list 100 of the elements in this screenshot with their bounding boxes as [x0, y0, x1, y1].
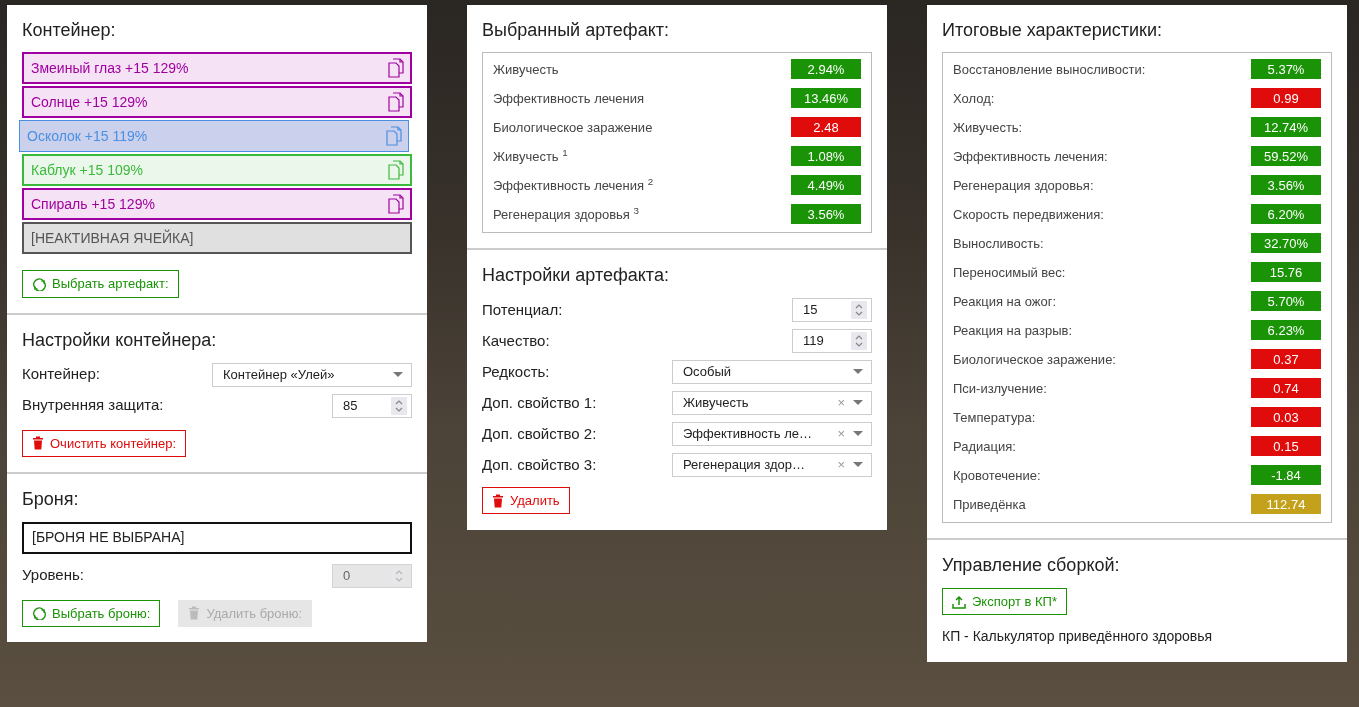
- select-field[interactable]: Эффективность ле… ×: [672, 421, 872, 446]
- stat-label: Биологическое заражение:: [953, 350, 1116, 369]
- stat-label: Восстановление выносливости:: [953, 60, 1146, 79]
- trash-icon: [492, 493, 504, 508]
- field-label: Доп. свойство 3:: [482, 454, 597, 475]
- stat-value: 6.20%: [1251, 204, 1321, 225]
- field-label: Уровень:: [22, 565, 84, 586]
- stat-label: Выносливость:: [953, 234, 1044, 253]
- stat-label: Эффективность лечения:: [953, 147, 1108, 166]
- stat-label: Приведёнка: [953, 495, 1026, 514]
- section-title: Настройки артефакта:: [482, 264, 670, 288]
- stat-value: 12.74%: [1251, 117, 1321, 138]
- footnote-text: КП - Калькулятор приведённого здоровья: [942, 626, 1214, 646]
- field-label: Внутренняя защита:: [22, 395, 164, 416]
- caret-icon: [853, 431, 863, 437]
- stat-value: 5.37%: [1251, 59, 1321, 80]
- caret-icon: [853, 400, 863, 406]
- spinner-icon: [391, 396, 407, 415]
- stat-value: 0.03: [1251, 407, 1321, 428]
- artifact-slot[interactable]: Спираль +15 129%: [22, 188, 412, 221]
- section-title: Броня:: [22, 488, 80, 512]
- number-field[interactable]: 15: [792, 297, 872, 322]
- field-label: Редкость:: [482, 361, 550, 382]
- stat-label: Кровотечение:: [953, 466, 1041, 485]
- caret-icon: [853, 462, 863, 468]
- document-icon: [386, 126, 402, 147]
- stat-label: Эффективность лечения: [493, 89, 645, 108]
- export-button[interactable]: Экспорт в КП*: [942, 587, 1067, 616]
- stat-value: 32.70%: [1251, 233, 1321, 254]
- field-label: Контейнер:: [22, 364, 100, 385]
- trash-icon: [188, 606, 201, 621]
- stat-label: Реакция на ожог:: [953, 292, 1056, 311]
- spinner-icon: [851, 300, 867, 319]
- stat-value: 15.76: [1251, 262, 1321, 283]
- document-icon: [388, 194, 404, 215]
- artifact-slot[interactable]: Змеиный глаз +15 129%: [22, 52, 412, 85]
- stat-value: 4.49%: [791, 175, 861, 196]
- stat-value: 0.15: [1251, 436, 1321, 457]
- stat-value: 3.56%: [1251, 175, 1321, 196]
- trash-icon: [32, 436, 44, 451]
- field-label: Качество:: [482, 330, 550, 351]
- stat-value: 13.46%: [791, 88, 861, 109]
- stat-value: 59.52%: [1251, 146, 1321, 167]
- upload-icon: [952, 594, 966, 609]
- stat-label: Регенерация здоровья:: [953, 176, 1094, 195]
- stat-value: 0.37: [1251, 349, 1321, 370]
- stat-label: Переносимый вес:: [953, 263, 1066, 282]
- stat-label: Пси-излучение:: [953, 379, 1047, 398]
- refresh-icon: [32, 606, 46, 621]
- stat-value: 3.56%: [791, 204, 861, 225]
- spinner-icon: [851, 331, 867, 350]
- stat-value: 2.94%: [791, 59, 861, 80]
- field-label: Доп. свойство 1:: [482, 392, 597, 413]
- document-icon: [388, 92, 404, 113]
- artifact-slot[interactable]: Солнце +15 129%: [22, 86, 412, 119]
- stat-label: Живучесть: [493, 60, 559, 79]
- refresh-icon: [32, 277, 46, 292]
- armor-name: [БРОНЯ НЕ ВЫБРАНА]: [22, 521, 412, 554]
- stat-value: 6.23%: [1251, 320, 1321, 341]
- stat-label: Скорость передвижения:: [953, 205, 1104, 224]
- section-title: Выбранный артефакт:: [482, 19, 670, 42]
- stat-value: 5.70%: [1251, 291, 1321, 312]
- select-field[interactable]: Живучесть ×: [672, 390, 872, 415]
- delete-button[interactable]: Очистить контейнер:: [22, 429, 186, 458]
- stat-value: 112.74: [1251, 494, 1321, 515]
- field-label: Потенциал:: [482, 299, 563, 320]
- section-title: Управление сборкой:: [942, 554, 1121, 578]
- stat-label: Температура:: [953, 408, 1036, 427]
- stat-label: Эффективность лечения $^{2}$: [493, 175, 654, 195]
- document-icon: [388, 160, 404, 181]
- stat-label: Биологическое заражение: [493, 118, 653, 137]
- stat-value: 0.99: [1251, 88, 1321, 109]
- clear-button[interactable]: ×: [837, 424, 845, 444]
- stat-label: Живучесть:: [953, 118, 1023, 137]
- caret-icon: [393, 372, 403, 378]
- clear-button[interactable]: ×: [837, 393, 845, 413]
- stat-label: Регенерация здоровья $^{3}$: [493, 204, 639, 224]
- stat-value: 0.74: [1251, 378, 1321, 399]
- stat-label: Холод:: [953, 89, 995, 108]
- select-field[interactable]: Особый: [672, 359, 872, 384]
- section-title: Контейнер:: [22, 19, 117, 42]
- document-icon: [388, 58, 404, 79]
- delete-button[interactable]: Удалить: [482, 486, 570, 515]
- select-button[interactable]: Выбрать броню:: [22, 599, 161, 628]
- stat-label: Реакция на разрыв:: [953, 321, 1072, 340]
- select-field[interactable]: Контейнер «Улей»: [212, 362, 412, 387]
- clear-button[interactable]: ×: [837, 455, 845, 475]
- stat-value: 1.08%: [791, 146, 861, 167]
- stat-label: Радиация:: [953, 437, 1016, 456]
- stat-value: -1.84: [1251, 465, 1321, 486]
- select-button[interactable]: Выбрать артефакт:: [22, 270, 179, 298]
- caret-icon: [853, 369, 863, 375]
- stat-label: Живучесть $^{1}$: [493, 146, 568, 166]
- number-field[interactable]: 119: [792, 328, 872, 353]
- section-title: Итоговые характеристики:: [942, 19, 1163, 42]
- section-title: Настройки контейнера:: [22, 329, 218, 353]
- field-label: Доп. свойство 2:: [482, 423, 597, 444]
- select-field[interactable]: Регенерация здор… ×: [672, 452, 872, 477]
- number-field[interactable]: 85: [332, 393, 412, 418]
- stat-value: 2.48: [791, 117, 861, 138]
